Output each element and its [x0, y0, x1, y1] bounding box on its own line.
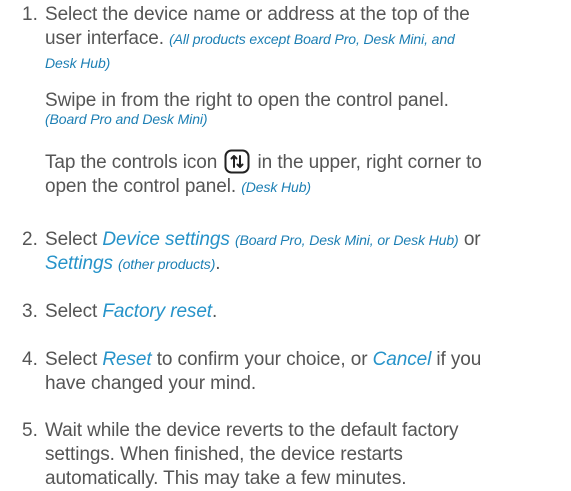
step-text: user interface. [45, 28, 164, 49]
step-text: settings. When finished, the device rest… [45, 444, 403, 465]
step-text: or [463, 229, 481, 250]
product-note: (Desk Hub) [241, 179, 311, 195]
step-1-paragraph-3: Tap the controls icon in the upper, righ… [45, 149, 560, 199]
step-text: Select the device name or address at the… [45, 4, 470, 25]
step-number: 4. [22, 349, 38, 370]
controls-icon [224, 149, 250, 174]
step-1-paragraph-1: Select the device name or address at the… [45, 3, 560, 75]
step-number: 1. [22, 4, 38, 25]
step-text: automatically. This may take a few minut… [45, 468, 407, 489]
product-note: (Board Pro and Desk Mini) [45, 111, 208, 127]
step-text: . [211, 301, 218, 322]
step-text: . [215, 253, 221, 274]
step-3-paragraph: Select Factory reset. [45, 300, 560, 324]
step-text: Select [45, 301, 98, 322]
product-note: (All products except Board Pro, Desk Min… [169, 31, 455, 47]
cancel-link[interactable]: Cancel [373, 349, 432, 370]
step-2-paragraph: Select Device settings (Board Pro, Desk … [45, 228, 560, 276]
device-settings-link[interactable]: Device settings [102, 229, 229, 250]
step-text: have changed your mind. [45, 373, 257, 394]
step-text: Select [45, 229, 98, 250]
step-text: Tap the controls icon [45, 152, 218, 173]
product-note: Desk Hub) [45, 55, 111, 71]
product-note: (other products) [118, 256, 216, 272]
step-4-paragraph: Select Reset to confirm your choice, or … [45, 348, 560, 396]
factory-reset-link[interactable]: Factory reset [102, 301, 212, 322]
step-text: Wait while the device reverts to the def… [45, 420, 459, 441]
settings-link[interactable]: Settings [45, 253, 113, 274]
step-text: if you [436, 349, 482, 370]
step-5-paragraph: Wait while the device reverts to the def… [45, 419, 560, 491]
step-1-paragraph-2: Swipe in from the right to open the cont… [45, 91, 560, 128]
step-text: in the upper, right corner to [257, 152, 482, 173]
step-text: open the control panel. [45, 176, 237, 197]
step-number: 2. [22, 229, 38, 250]
step-text: to confirm your choice, or [156, 349, 368, 370]
step-number: 3. [22, 301, 38, 322]
step-text: Select [45, 349, 98, 370]
product-note: (Board Pro, Desk Mini, or Desk Hub) [234, 232, 459, 248]
step-text: Swipe in from the right to open the cont… [45, 90, 449, 111]
reset-link[interactable]: Reset [102, 349, 151, 370]
step-number: 5. [22, 420, 38, 441]
